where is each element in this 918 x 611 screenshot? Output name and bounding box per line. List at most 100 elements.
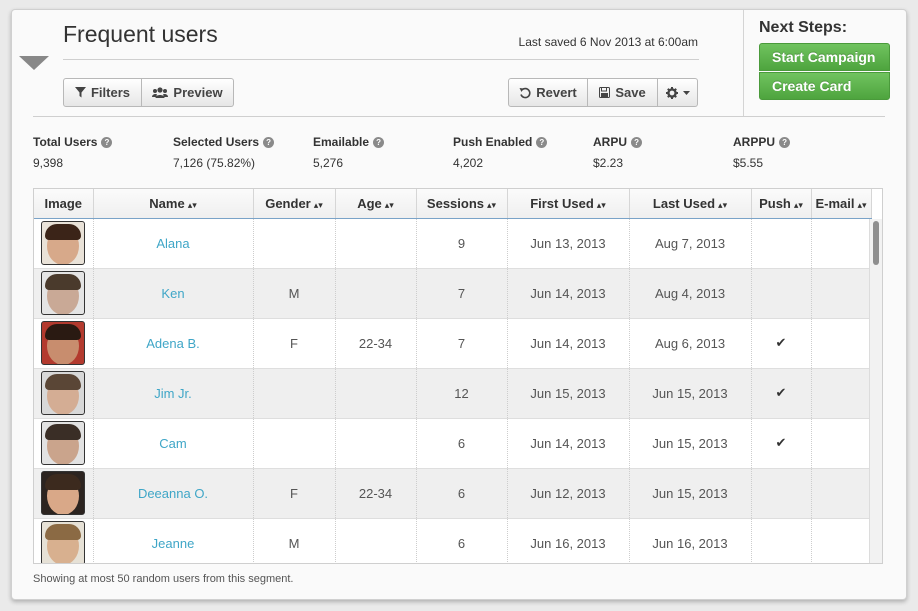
column-header-email[interactable]: E-mail ▴▾ — [811, 189, 872, 219]
table-row[interactable]: Jim Jr. 12 Jun 15, 2013 Jun 15, 2013 ✔ — [34, 368, 872, 419]
column-header-age[interactable]: Age ▴▾ — [335, 189, 417, 219]
revert-button[interactable]: Revert — [508, 78, 588, 107]
column-header-push[interactable]: Push ▴▾ — [751, 189, 812, 219]
column-header-sessions[interactable]: Sessions ▴▾ — [416, 189, 508, 219]
first-used-cell: Jun 14, 2013 — [507, 318, 630, 369]
stat-arpu: ARPU? $2.23 — [593, 135, 643, 170]
table-row[interactable]: Ken M 7 Jun 14, 2013 Aug 4, 2013 — [34, 268, 872, 319]
table-row[interactable]: Adena B. F 22-34 7 Jun 14, 2013 Aug 6, 2… — [34, 318, 872, 369]
filters-button[interactable]: Filters — [63, 78, 142, 107]
last-used-cell: Jun 15, 2013 — [629, 368, 752, 419]
stat-label: ARPPU — [733, 135, 776, 149]
stat-value: $5.55 — [733, 156, 764, 170]
help-icon[interactable]: ? — [263, 136, 275, 148]
users-icon — [152, 87, 169, 98]
email-cell — [811, 418, 872, 469]
table-row[interactable]: Alana 9 Jun 13, 2013 Aug 7, 2013 — [34, 218, 872, 269]
table-footnote: Showing at most 50 random users from thi… — [33, 573, 294, 585]
table-row[interactable]: Jeanne M 6 Jun 16, 2013 Jun 16, 2013 — [34, 518, 872, 563]
sort-icon: ▴▾ — [718, 199, 728, 210]
push-cell — [751, 518, 812, 563]
push-cell: ✔ — [751, 418, 812, 469]
column-header-name[interactable]: Name ▴▾ — [93, 189, 254, 219]
last-used-cell: Jun 15, 2013 — [629, 418, 752, 469]
scrollbar-thumb[interactable] — [873, 221, 879, 265]
first-used-cell: Jun 12, 2013 — [507, 468, 630, 519]
stat-push-enabled: Push Enabled? 4,202 — [453, 135, 548, 170]
table-row[interactable]: Deeanna O. F 22-34 6 Jun 12, 2013 Jun 15… — [34, 468, 872, 519]
avatar — [41, 421, 86, 465]
sort-icon: ▴▾ — [857, 199, 867, 210]
stat-value: 9,398 — [33, 156, 64, 170]
caret-down-icon — [682, 90, 690, 95]
gender-cell: F — [253, 468, 336, 519]
avatar — [41, 321, 86, 365]
title-divider — [63, 59, 699, 60]
age-cell — [335, 218, 417, 269]
push-cell — [751, 218, 812, 269]
age-cell: 22-34 — [335, 318, 417, 369]
stat-value: 4,202 — [453, 156, 484, 170]
sessions-cell: 6 — [416, 518, 508, 563]
first-used-cell: Jun 16, 2013 — [507, 518, 630, 563]
user-name-link[interactable]: Ken — [93, 268, 254, 319]
avatar — [41, 221, 86, 265]
table-scrollbar[interactable] — [869, 219, 882, 563]
settings-dropdown-button[interactable] — [658, 78, 698, 107]
header-divider — [33, 116, 885, 117]
help-icon[interactable]: ? — [631, 136, 643, 148]
page-title: Frequent users — [63, 21, 218, 47]
user-name-link[interactable]: Jeanne — [93, 518, 254, 563]
stat-value: 5,276 — [313, 156, 344, 170]
stat-label: Emailable — [313, 135, 370, 149]
push-cell: ✔ — [751, 318, 812, 369]
start-campaign-button[interactable]: Start Campaign — [759, 43, 890, 71]
column-header-first-used[interactable]: First Used ▴▾ — [507, 189, 630, 219]
column-header-gender[interactable]: Gender ▴▾ — [253, 189, 336, 219]
column-header-last-used[interactable]: Last Used ▴▾ — [629, 189, 752, 219]
user-name-link[interactable]: Alana — [93, 218, 254, 269]
next-steps-divider — [743, 10, 744, 117]
stat-label: ARPU — [593, 135, 628, 149]
user-name-link[interactable]: Cam — [93, 418, 254, 469]
users-table-container: Image Name ▴▾ Gender ▴▾ Age ▴▾ Sessions ▴▾ F… — [33, 188, 883, 564]
help-icon[interactable]: ? — [101, 136, 113, 148]
gender-cell: M — [253, 268, 336, 319]
push-cell: ✔ — [751, 368, 812, 419]
collapse-toggle-icon[interactable] — [19, 56, 49, 70]
sessions-cell: 6 — [416, 418, 508, 469]
push-cell — [751, 468, 812, 519]
sessions-cell: 7 — [416, 268, 508, 319]
table-row[interactable]: Cam 6 Jun 14, 2013 Jun 15, 2013 ✔ — [34, 418, 872, 469]
user-name-link[interactable]: Deeanna O. — [93, 468, 254, 519]
edit-button-group: Revert Save — [508, 78, 698, 107]
stat-selected-users: Selected Users? 7,126 (75.82%) — [173, 135, 275, 170]
stat-label: Total Users — [33, 135, 98, 149]
help-icon[interactable]: ? — [373, 136, 385, 148]
save-button[interactable]: Save — [588, 78, 658, 107]
sort-icon: ▴▾ — [596, 199, 606, 210]
user-name-link[interactable]: Adena B. — [93, 318, 254, 369]
preview-button[interactable]: Preview — [142, 78, 234, 107]
last-used-cell: Jun 16, 2013 — [629, 518, 752, 563]
stat-arppu: ARPPU? $5.55 — [733, 135, 791, 170]
first-used-cell: Jun 14, 2013 — [507, 418, 630, 469]
email-cell — [811, 218, 872, 269]
avatar — [41, 521, 86, 563]
create-card-button[interactable]: Create Card — [759, 72, 890, 100]
email-cell — [811, 318, 872, 369]
last-used-cell: Aug 6, 2013 — [629, 318, 752, 369]
stat-value: 7,126 (75.82%) — [173, 156, 256, 170]
first-used-cell: Jun 13, 2013 — [507, 218, 630, 269]
help-icon[interactable]: ? — [536, 136, 548, 148]
users-table: Image Name ▴▾ Gender ▴▾ Age ▴▾ Sessions ▴▾ F… — [34, 189, 872, 563]
user-name-link[interactable]: Jim Jr. — [93, 368, 254, 419]
age-cell — [335, 268, 417, 319]
stat-label: Push Enabled — [453, 135, 533, 149]
column-header-image: Image — [34, 189, 94, 219]
sessions-cell: 9 — [416, 218, 508, 269]
email-cell — [811, 268, 872, 319]
help-icon[interactable]: ? — [779, 136, 791, 148]
revert-button-label: Revert — [536, 85, 577, 100]
email-cell — [811, 368, 872, 419]
